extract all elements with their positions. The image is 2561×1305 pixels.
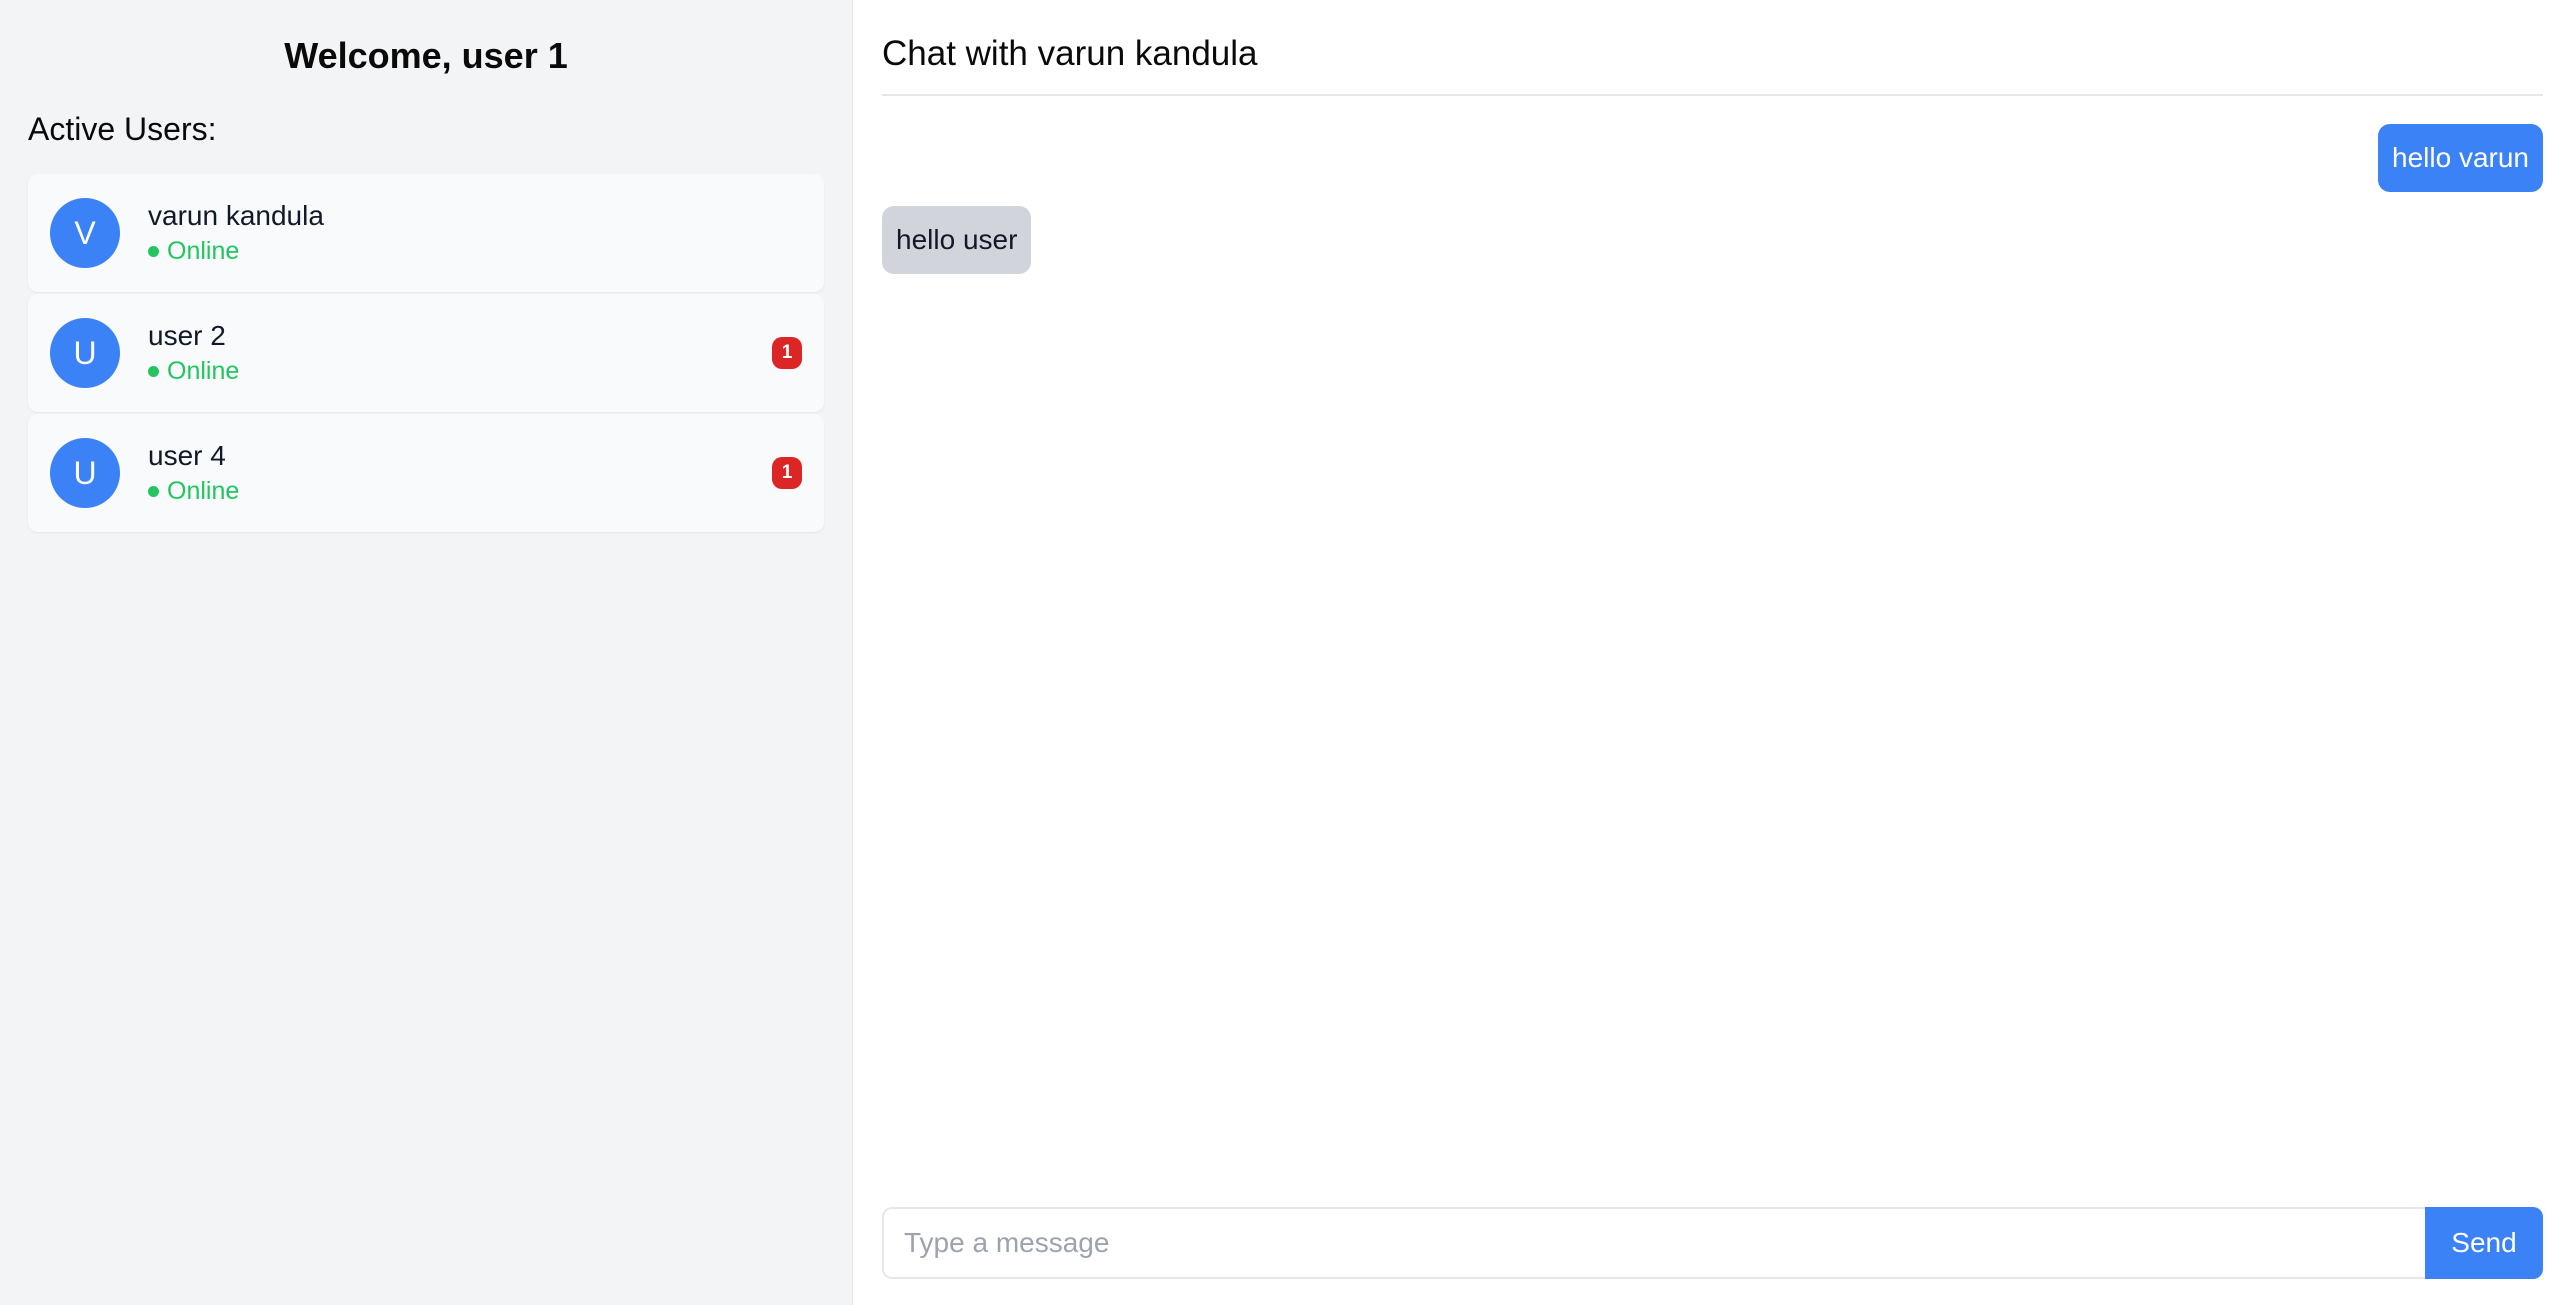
online-dot-icon — [148, 245, 159, 257]
unread-badge: 1 — [772, 337, 802, 369]
welcome-heading: Welcome, user 1 — [284, 35, 568, 76]
chat-app: Welcome, user 1 Active Users: V varun ka… — [0, 0, 2561, 1305]
sent-message-bubble: hello varun — [2378, 124, 2543, 192]
message-input[interactable] — [882, 1207, 2425, 1279]
avatar: V — [50, 198, 120, 268]
user-item-varun-kandula[interactable]: V varun kandula Online — [28, 174, 824, 292]
online-dot-icon — [148, 365, 159, 377]
send-button[interactable]: Send — [2425, 1207, 2543, 1279]
unread-badge: 1 — [772, 457, 802, 489]
user-item-user-2[interactable]: U user 2 Online 1 — [28, 294, 824, 412]
user-list: V varun kandula Online U user 2 Online 1… — [28, 174, 824, 534]
chat-title: Chat with varun kandula — [882, 28, 2543, 96]
user-status: Online — [148, 354, 239, 388]
user-info: user 4 Online — [148, 438, 239, 508]
sidebar: Welcome, user 1 Active Users: V varun ka… — [0, 0, 853, 1305]
message-composer: Send — [882, 1207, 2543, 1279]
chat-panel: Chat with varun kandula hello varun hell… — [853, 0, 2561, 1305]
message-list: hello varun hello user — [882, 96, 2543, 1207]
user-status: Online — [148, 474, 239, 508]
user-info: varun kandula Online — [148, 198, 324, 268]
status-label: Online — [167, 477, 240, 505]
user-name: user 2 — [148, 320, 226, 351]
user-name: user 4 — [148, 440, 226, 471]
status-label: Online — [167, 237, 240, 265]
user-name: varun kandula — [148, 200, 324, 231]
user-status: Online — [148, 234, 324, 268]
avatar: U — [50, 438, 120, 508]
user-info: user 2 Online — [148, 318, 239, 388]
status-label: Online — [167, 357, 240, 385]
message-row: hello user — [882, 206, 2543, 274]
user-item-user-4[interactable]: U user 4 Online 1 — [28, 414, 824, 532]
active-users-title: Active Users: — [28, 111, 217, 147]
online-dot-icon — [148, 485, 159, 497]
avatar: U — [50, 318, 120, 388]
message-row: hello varun — [882, 124, 2543, 192]
received-message-bubble: hello user — [882, 206, 1032, 274]
